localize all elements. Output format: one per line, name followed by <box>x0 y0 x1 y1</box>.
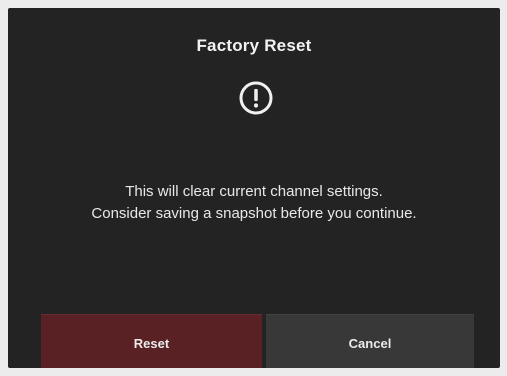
cancel-button-label: Cancel <box>348 336 392 351</box>
message-line-1: This will clear current channel settings… <box>125 183 383 200</box>
cancel-button[interactable]: Cancel <box>266 314 474 368</box>
dialog-message: This will clear current channel settings… <box>8 181 500 225</box>
exclamation-circle-icon <box>239 81 273 115</box>
message-line-2: Consider saving a snapshot before you co… <box>91 205 417 222</box>
reset-button[interactable]: Reset <box>41 314 262 368</box>
dialog-title: Factory Reset <box>196 36 312 55</box>
factory-reset-dialog: Factory Reset This will clear current ch… <box>8 8 500 368</box>
reset-button-label: Reset <box>133 336 170 351</box>
